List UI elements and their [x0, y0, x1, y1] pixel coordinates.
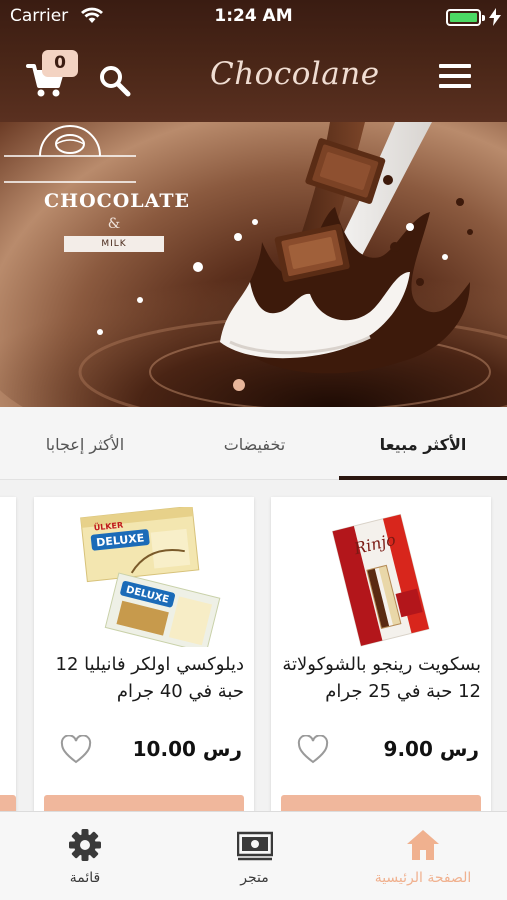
promo-banner[interactable]: CHOCOLATE & MILK: [0, 122, 507, 407]
banner-logo-ribbon: MILK: [64, 236, 164, 252]
app-header: Carrier 1:24 AM 0 Chocolane: [0, 0, 507, 122]
product-price: رس 9.00: [384, 737, 479, 761]
charging-icon: [489, 8, 501, 26]
price-value: 10.00: [132, 737, 196, 761]
product-name[interactable]: بسكويت رينجو بالشوكولاتة 12 حبة في 25 جر…: [281, 651, 481, 705]
bottom-tab-bar: الصفحة الرئيسية متجر قائمة: [0, 811, 507, 900]
status-time: 1:24 AM: [214, 6, 293, 26]
product-name[interactable]: ديلوكسي اولكر فانيليا 12 حبة في 40 جرام: [44, 651, 244, 705]
store-icon: [236, 831, 273, 861]
bottom-tab-label: قائمة: [69, 870, 101, 886]
tab-best-selling[interactable]: الأكثر مبيعا: [339, 407, 507, 480]
bottom-tab-label: الصفحة الرئيسية: [374, 870, 472, 886]
heart-icon[interactable]: [297, 735, 329, 765]
add-to-cart-button[interactable]: [281, 795, 481, 811]
price-currency: رس: [439, 737, 479, 761]
cart-count-badge: 0: [42, 50, 78, 77]
product-tabs: الأكثر مبيعا تخفيضات الأكثر إعجابا: [0, 407, 507, 480]
home-icon: [407, 830, 439, 860]
product-card-partial[interactable]: [0, 497, 16, 811]
bottom-tab-store[interactable]: متجر: [170, 812, 339, 900]
battery-level: [450, 13, 477, 22]
product-image: ÜLKER DELUXE DELUXE: [80, 507, 221, 647]
status-bar: Carrier 1:24 AM: [0, 0, 507, 34]
bottom-tab-menu[interactable]: قائمة: [0, 812, 170, 900]
search-icon[interactable]: [98, 64, 132, 98]
product-price: رس 10.00: [133, 737, 242, 761]
banner-logo-title: CHOCOLATE: [44, 190, 190, 212]
battery-icon: [446, 9, 485, 26]
heart-icon[interactable]: [60, 735, 92, 765]
product-card[interactable]: ÜLKER DELUXE DELUXE ديلوكسي اولكر فانيلي…: [34, 497, 254, 811]
price-currency: رس: [202, 737, 242, 761]
app-screen: Carrier 1:24 AM 0 Chocolane CHOCOLATE & …: [0, 0, 507, 900]
add-to-cart-button[interactable]: [44, 795, 244, 811]
bottom-tab-label: متجر: [240, 870, 269, 886]
tab-most-liked[interactable]: الأكثر إعجابا: [0, 407, 170, 480]
bottom-tab-home[interactable]: الصفحة الرئيسية: [339, 812, 507, 900]
tab-discounts[interactable]: تخفيضات: [170, 407, 339, 480]
brand-logo: Chocolane: [210, 56, 380, 92]
product-carousel[interactable]: Rinjo بسكويت رينجو بالشوكولاتة 12 حبة في…: [0, 480, 507, 811]
product-card[interactable]: Rinjo بسكويت رينجو بالشوكولاتة 12 حبة في…: [271, 497, 491, 811]
product-image: Rinjo: [331, 513, 430, 647]
price-value: 9.00: [383, 737, 433, 761]
add-to-cart-button[interactable]: [0, 795, 16, 811]
gear-icon: [69, 829, 101, 861]
hamburger-menu-icon[interactable]: [439, 64, 473, 94]
carousel-page-indicator[interactable]: [233, 379, 245, 391]
banner-logo-amp: &: [107, 216, 121, 232]
